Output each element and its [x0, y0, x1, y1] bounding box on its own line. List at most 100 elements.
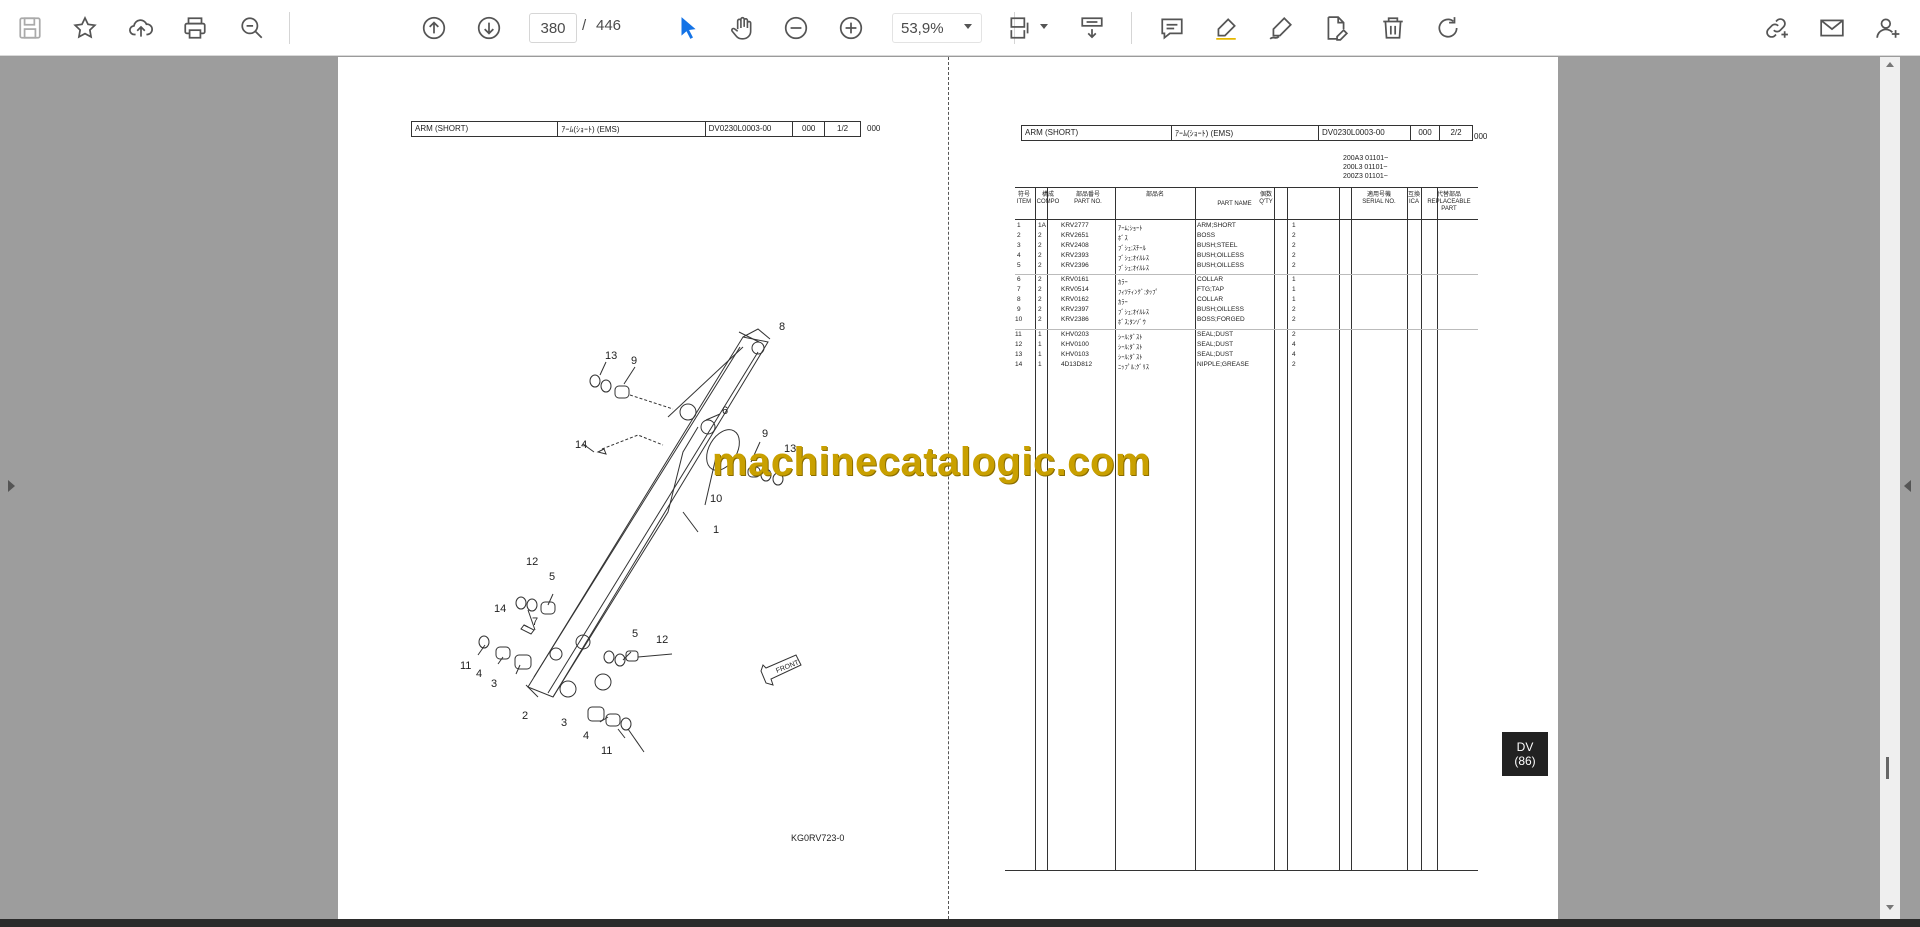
callout-labels: 13 9 8 6 14 9 13 10 1 12 5 14 7 5 12 11 … [460, 321, 801, 757]
highlight-icon[interactable] [1208, 10, 1244, 46]
table-row: 1 1A KRV2777 ｱｰﾑ;ｼｮｰﾄ ARM;SHORT 1 [1005, 222, 1478, 232]
callout-12b: 12 [656, 634, 668, 646]
row-compo: 2 [1038, 296, 1042, 303]
chevron-down-icon[interactable] [964, 24, 972, 29]
callout-5b: 5 [632, 628, 638, 640]
row-part-no: KRV2651 [1061, 232, 1089, 239]
table-row: 10 2 KRV2386 ﾎﾞｽ;ﾀﾝｿﾞｳ BOSS;FORGED 2 [1005, 316, 1478, 326]
zoom-in-icon[interactable] [833, 10, 869, 46]
hand-icon[interactable] [724, 10, 760, 46]
toolbar-separator [1131, 12, 1132, 44]
row-part-no: KHV0100 [1061, 341, 1089, 348]
rotate-icon[interactable] [1430, 10, 1466, 46]
scroll-up-icon[interactable] [1886, 62, 1894, 67]
delete-icon[interactable] [1375, 10, 1411, 46]
row-compo: 1 [1038, 351, 1042, 358]
row-item: 13 [1015, 351, 1023, 358]
table-row: 3 2 KRV2408 ﾌﾞｼｭ;ｽﾁｰﾙ BUSH;STEEL 2 [1005, 242, 1478, 252]
table-row: 13 1 KHV0103 ｼｰﾙ;ﾀﾞｽﾄ SEAL;DUST 4 [1005, 351, 1478, 361]
chevron-down-icon[interactable] [1040, 24, 1048, 29]
pdf-page-left: ARM (SHORT) ｱｰﾑ(ｼｮｰﾄ) (EMS) DV0230L0003-… [338, 57, 950, 919]
row-part-no: KRV2777 [1061, 222, 1089, 229]
fit-page-icon[interactable] [1002, 10, 1038, 46]
callout-6: 6 [722, 405, 728, 417]
zoom-search-icon[interactable] [234, 10, 270, 46]
scroll-down-icon[interactable] [1886, 905, 1894, 910]
callout-14b: 14 [494, 603, 506, 615]
row-compo: 2 [1038, 242, 1042, 249]
vertical-scrollbar[interactable] [1880, 57, 1900, 919]
cursor-icon[interactable] [670, 10, 706, 46]
save-icon[interactable] [12, 10, 48, 46]
row-item: 10 [1015, 316, 1023, 323]
row-name-jp: ｱｰﾑ;ｼｮｰﾄ [1118, 225, 1143, 232]
exploded-parts-drawing: 13 9 8 6 14 9 13 10 1 12 5 14 7 5 12 11 … [460, 321, 802, 757]
col-header-serial-no: 適用号機 SERIAL NO. [1362, 192, 1396, 205]
comment-icon[interactable] [1154, 10, 1190, 46]
row-name-en: BUSH;STEEL [1197, 242, 1238, 249]
row-name-en: BOSS;FORGED [1197, 316, 1245, 323]
next-page-icon[interactable] [471, 10, 507, 46]
print-icon[interactable] [177, 10, 213, 46]
row-name-en: SEAL;DUST [1197, 331, 1234, 338]
row-qty: 2 [1292, 306, 1296, 313]
toolbar: 380 / 446 53,9% [0, 0, 1920, 56]
callout-11b: 11 [601, 745, 612, 757]
row-part-no: KRV2396 [1061, 262, 1089, 269]
row-part-no: KHV0203 [1061, 331, 1089, 338]
callout-4: 4 [476, 668, 482, 680]
row-name-jp: ｼｰﾙ;ﾀﾞｽﾄ [1118, 354, 1143, 361]
row-qty: 1 [1292, 222, 1296, 229]
edit-pdf-icon[interactable] [1318, 10, 1354, 46]
header-code: DV0230L0003-00 [1319, 126, 1411, 140]
row-name-jp: ｶﾗｰ [1118, 279, 1128, 286]
right-panel-toggle-icon[interactable] [1904, 480, 1911, 492]
row-part-no: KRV0161 [1061, 276, 1089, 283]
row-name-jp: ｼｰﾙ;ﾀﾞｽﾄ [1118, 334, 1143, 341]
scrollbar-thumb[interactable] [1886, 757, 1889, 779]
prev-page-icon[interactable] [416, 10, 452, 46]
header-name-jp: ｱｰﾑ(ｼｮｰﾄ) (EMS) [1172, 126, 1319, 140]
sign-icon[interactable] [1263, 10, 1299, 46]
row-name-en: BUSH;OILLESS [1197, 252, 1244, 259]
row-item: 9 [1017, 306, 1021, 313]
table-row: 9 2 KRV2397 ﾌﾞｼｭ;ｵｲﾙﾚｽ BUSH;OILLESS 2 [1005, 306, 1478, 316]
email-icon[interactable] [1814, 10, 1850, 46]
drawing-code: KG0RV723-0 [791, 833, 845, 843]
page-number-input[interactable]: 380 [529, 13, 577, 43]
row-item: 6 [1017, 276, 1021, 283]
add-user-icon[interactable] [1870, 10, 1906, 46]
row-qty: 2 [1292, 262, 1296, 269]
taskbar-strip [0, 919, 1920, 927]
row-qty: 2 [1292, 316, 1296, 323]
header-page: 2/2 [1450, 128, 1462, 137]
serial-range: 200L3 01101~ [1343, 164, 1388, 171]
left-panel-toggle-icon[interactable] [8, 480, 15, 492]
zoom-out-icon[interactable] [778, 10, 814, 46]
row-compo: 2 [1038, 276, 1042, 283]
star-icon[interactable] [67, 10, 103, 46]
watermark: machinecatalogic.com [712, 440, 1152, 484]
pin-boss-mid [679, 403, 697, 421]
row-name-en: ARM;SHORT [1197, 222, 1236, 229]
share-link-icon[interactable] [1758, 10, 1794, 46]
header-tail: 000 [1474, 132, 1488, 141]
page-total: 446 [596, 17, 622, 34]
table-row: 7 2 KRV0514 ﾌｨﾂﾃｨﾝｸﾞ;ﾀｯﾌﾟ FTG;TAP 1 [1005, 286, 1478, 296]
toolbar-separator [289, 12, 290, 44]
callout-5: 5 [549, 571, 555, 583]
upload-icon[interactable] [123, 10, 159, 46]
parts-table: 符号 ITEM 構成 COMPO 部品番号 PART NO. 部品名 PART NAM… [1005, 187, 1478, 871]
row-name-en: NIPPLE;GREASE [1197, 361, 1250, 368]
row-item: 3 [1017, 242, 1021, 249]
row-qty: 2 [1292, 232, 1296, 239]
row-item: 8 [1017, 296, 1021, 303]
scroll-mode-icon[interactable] [1074, 10, 1110, 46]
row-name-en: COLLAR [1197, 276, 1224, 283]
row-compo: 2 [1038, 286, 1042, 293]
page-header-table: ARM (SHORT) ｱｰﾑ(ｼｮｰﾄ) (EMS) DV0230L0003-… [1021, 125, 1473, 141]
row-part-no: KRV2397 [1061, 306, 1089, 313]
row-name-jp: ｶﾗｰ [1118, 299, 1128, 306]
callout-12: 12 [526, 556, 538, 568]
row-item: 2 [1017, 232, 1021, 239]
